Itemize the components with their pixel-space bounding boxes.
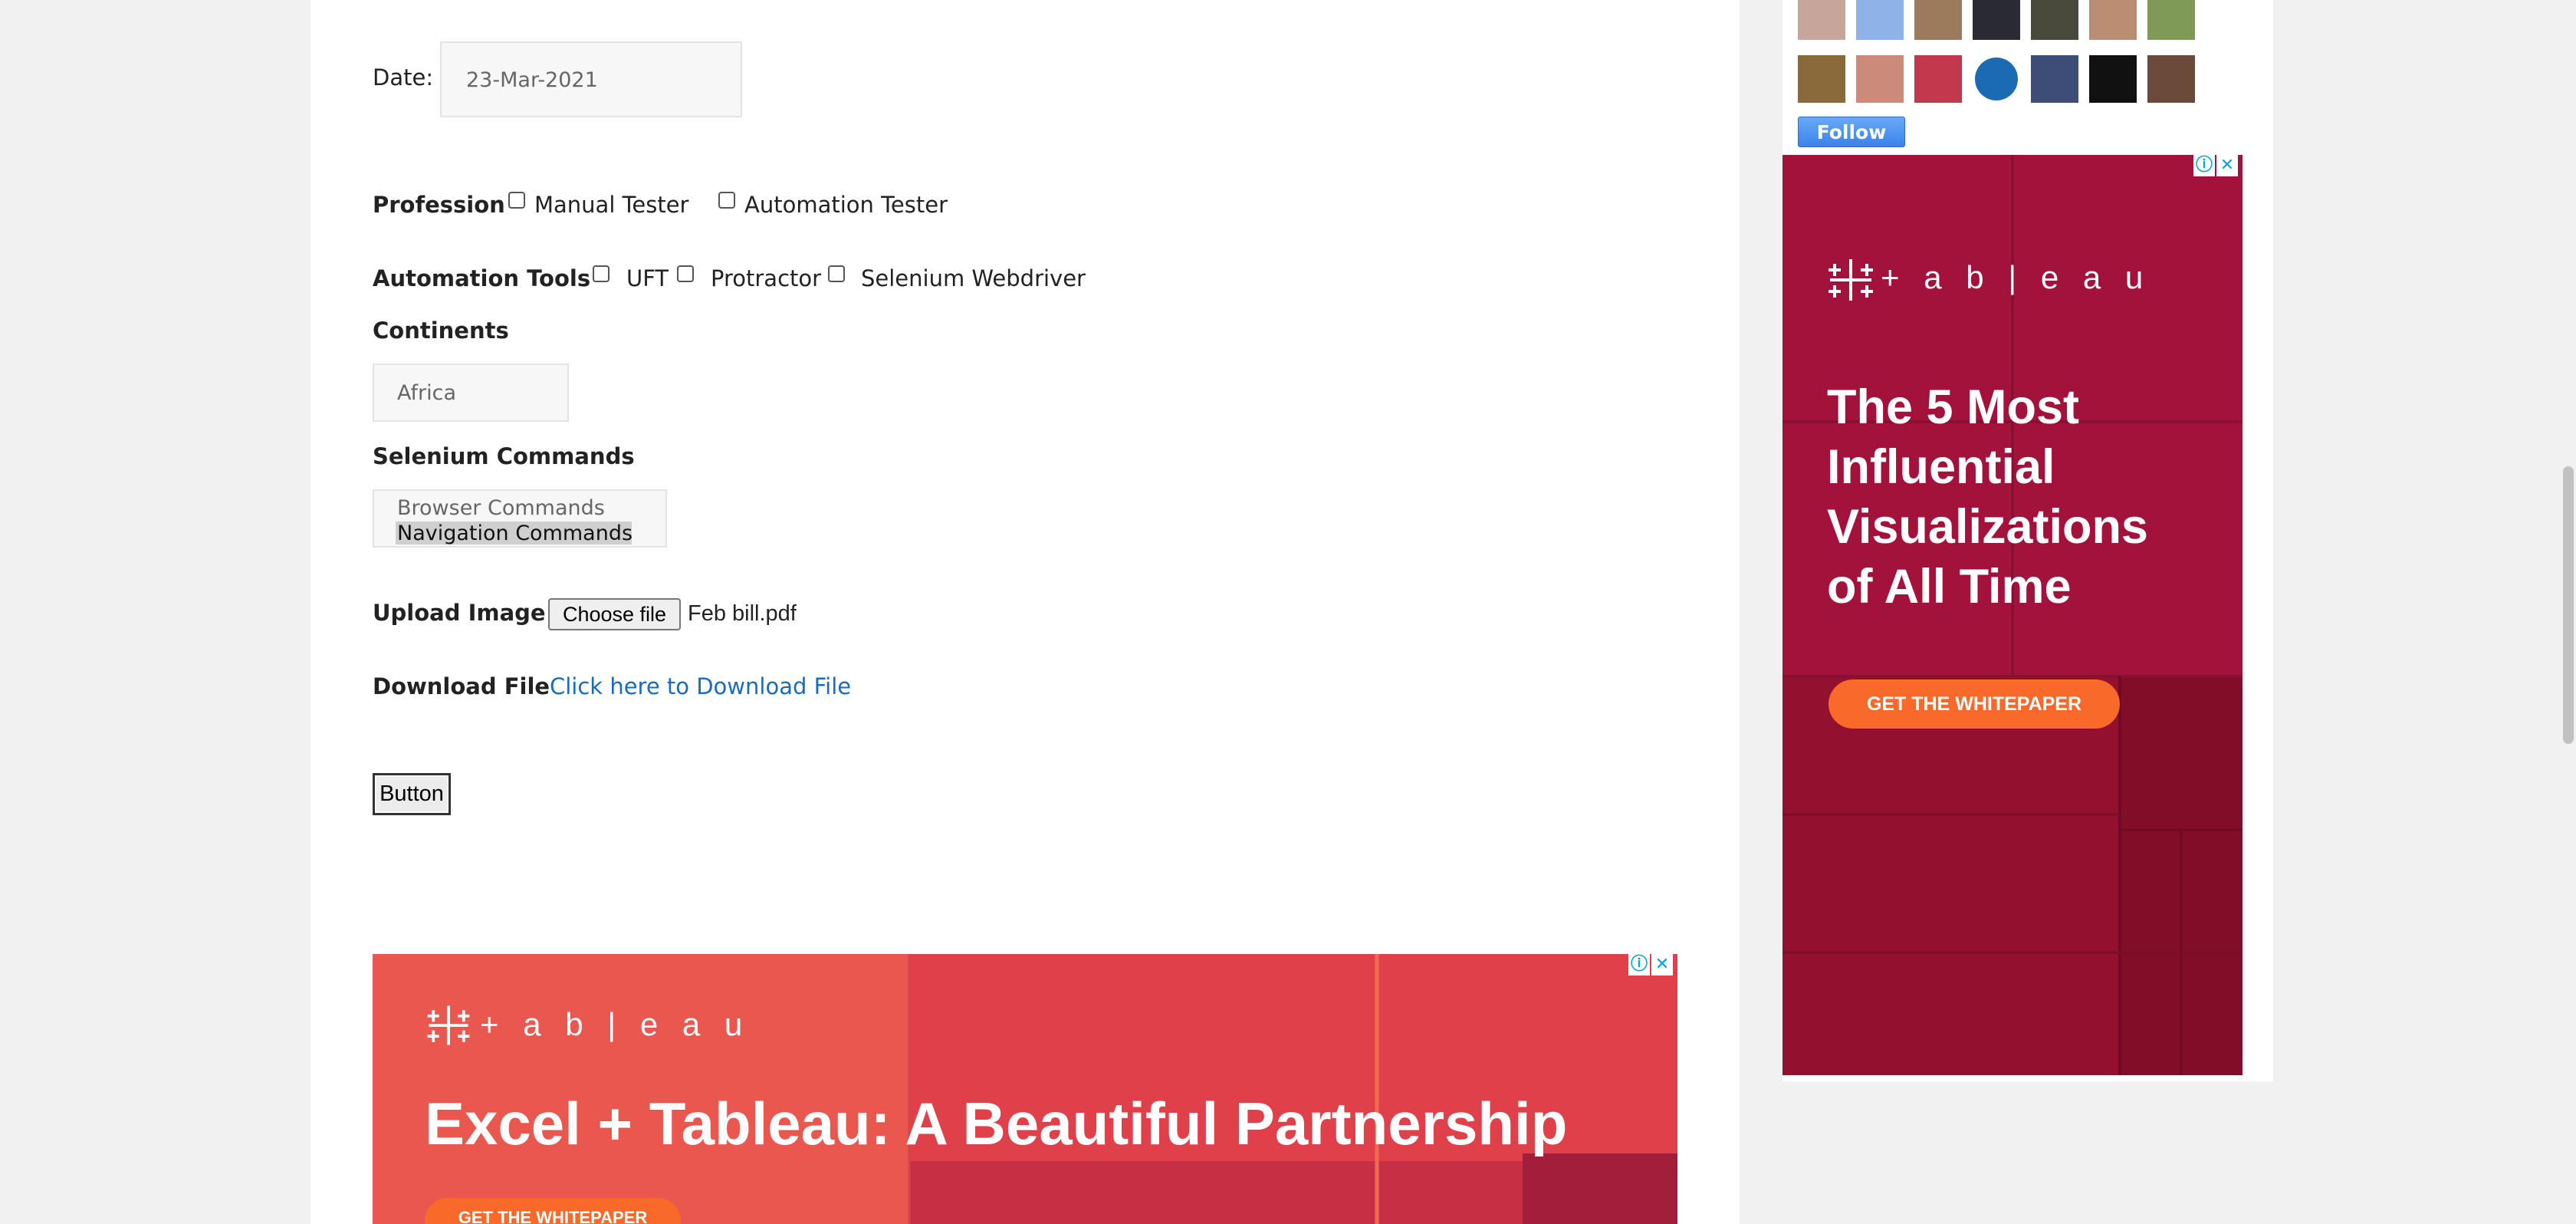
follower-avatar[interactable] (2147, 0, 2195, 40)
download-file-link[interactable]: Click here to Download File (550, 673, 851, 699)
profession-label: Profession (373, 192, 505, 218)
follower-avatar[interactable] (1914, 55, 1962, 103)
date-label: Date: (373, 64, 434, 90)
follow-button[interactable]: Follow (1798, 117, 1905, 147)
browser-commands-option[interactable]: Browser Commands (397, 496, 605, 520)
sidebar-advertisement[interactable]: ⓘ ✕ + a b | e a u The 5 Most Influential… (1783, 155, 2242, 1075)
tableau-logo-icon (1824, 253, 1878, 307)
manual-tester-label: Manual Tester (534, 192, 689, 218)
ad-info-icon[interactable]: ⓘ (2193, 155, 2215, 176)
automation-tester-checkbox[interactable] (718, 192, 735, 209)
ad-cta-button[interactable]: GET THE WHITEPAPER (1829, 679, 2120, 729)
selenium-commands-label: Selenium Commands (373, 443, 635, 469)
choose-file-button[interactable]: Choose file (548, 598, 681, 630)
follower-avatar[interactable] (1856, 55, 1904, 103)
ad-controls: ⓘ ✕ (1628, 954, 1673, 976)
ad-headline: Excel + Tableau: A Beautiful Partnership (425, 1090, 1568, 1157)
automation-tools-label: Automation Tools (373, 265, 591, 291)
follower-avatar[interactable] (1973, 0, 2020, 40)
ad-close-icon[interactable]: ✕ (1651, 954, 1673, 976)
generic-button[interactable]: Button (373, 773, 451, 815)
tableau-wordmark: + a b | e a u (480, 1006, 751, 1042)
ad-info-icon[interactable]: ⓘ (1628, 954, 1650, 976)
tableau-wordmark: + a b | e a u (1881, 259, 2151, 295)
selenium-commands-listbox[interactable]: Browser Commands Navigation Commands (373, 489, 667, 548)
manual-tester-checkbox[interactable] (508, 192, 525, 209)
follower-avatar[interactable] (1798, 0, 1845, 40)
follower-avatar[interactable] (2089, 0, 2137, 40)
bottom-advertisement[interactable]: ⓘ ✕ + a b | e a u Excel + Tableau: A Bea… (373, 954, 1677, 1224)
page-scrollbar-thumb[interactable] (2563, 466, 2574, 744)
follower-avatar[interactable] (2089, 55, 2137, 103)
protractor-checkbox[interactable] (677, 265, 694, 282)
navigation-commands-option[interactable]: Navigation Commands (397, 522, 632, 545)
automation-tester-label: Automation Tester (744, 192, 948, 218)
tableau-logo-icon (423, 1000, 474, 1051)
follower-avatar[interactable] (1973, 55, 2020, 103)
follower-avatar[interactable] (1798, 55, 1845, 103)
follower-avatar[interactable] (1856, 0, 1904, 40)
uft-checkbox[interactable] (593, 265, 610, 282)
follower-avatar[interactable] (2031, 0, 2078, 40)
continents-label: Continents (373, 318, 509, 344)
selenium-webdriver-checkbox[interactable] (828, 265, 845, 282)
ad-headline-line: Influential (1827, 440, 2055, 494)
date-value: 23-Mar-2021 (466, 68, 598, 92)
file-name: Feb bill.pdf (688, 601, 797, 626)
follower-avatar[interactable] (1914, 0, 1962, 40)
ad-controls: ⓘ ✕ (2193, 155, 2238, 176)
date-field[interactable]: 23-Mar-2021 (440, 41, 742, 117)
follower-avatar[interactable] (2147, 55, 2195, 103)
continents-value: Africa (397, 381, 457, 405)
ad-close-icon[interactable]: ✕ (2216, 155, 2238, 176)
ad-headline: The 5 Most Influential Visualizations of… (1827, 377, 2148, 617)
ad-headline-line: Visualizations (1827, 500, 2148, 554)
ad-headline-line: The 5 Most (1827, 380, 2080, 434)
protractor-label: Protractor (711, 265, 822, 291)
ad-headline-line: of All Time (1827, 560, 2072, 614)
selenium-webdriver-label: Selenium Webdriver (861, 265, 1086, 291)
uft-label: UFT (626, 265, 669, 291)
continents-select[interactable]: Africa (373, 364, 569, 422)
download-file-label: Download File (373, 673, 550, 699)
follower-avatar[interactable] (2031, 55, 2078, 103)
ad-cta-button[interactable]: GET THE WHITEPAPER (425, 1198, 681, 1224)
upload-image-label: Upload Image (373, 600, 546, 626)
